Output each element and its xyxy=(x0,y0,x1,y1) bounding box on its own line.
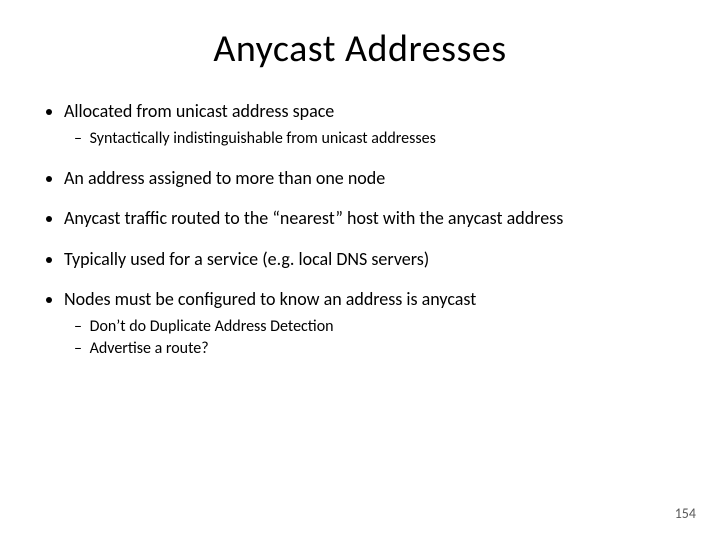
slide-body: Allocated from unicast address space Syn… xyxy=(0,72,720,359)
bullet-item: Anycast traffic routed to the “nearest” … xyxy=(64,207,684,230)
page-number: 154 xyxy=(675,505,696,522)
bullet-text: Anycast traffic routed to the “nearest” … xyxy=(64,207,563,229)
bullet-item: Allocated from unicast address space Syn… xyxy=(64,100,684,149)
sub-bullet-item: Don’t do Duplicate Address Detection xyxy=(92,317,684,337)
sub-bullet-item: Syntactically indistinguishable from uni… xyxy=(92,129,684,149)
bullet-text: Allocated from unicast address space xyxy=(64,100,334,122)
sub-bullet-text: Syntactically indistinguishable from uni… xyxy=(90,129,436,148)
slide-title: Anycast Addresses xyxy=(0,0,720,72)
bullet-text: An address assigned to more than one nod… xyxy=(64,167,385,189)
sub-bullet-list: Syntactically indistinguishable from uni… xyxy=(64,129,684,149)
bullet-item: An address assigned to more than one nod… xyxy=(64,167,684,190)
bullet-text: Typically used for a service (e.g. local… xyxy=(64,248,429,270)
bullet-text: Nodes must be configured to know an addr… xyxy=(64,288,476,310)
sub-bullet-list: Don’t do Duplicate Address Detection Adv… xyxy=(64,317,684,359)
sub-bullet-item: Advertise a route? xyxy=(92,339,684,359)
sub-bullet-text: Don’t do Duplicate Address Detection xyxy=(90,317,334,336)
bullet-item: Typically used for a service (e.g. local… xyxy=(64,248,684,271)
slide: Anycast Addresses Allocated from unicast… xyxy=(0,0,720,540)
sub-bullet-text: Advertise a route? xyxy=(90,339,209,358)
bullet-list: Allocated from unicast address space Syn… xyxy=(36,100,684,359)
bullet-item: Nodes must be configured to know an addr… xyxy=(64,288,684,359)
